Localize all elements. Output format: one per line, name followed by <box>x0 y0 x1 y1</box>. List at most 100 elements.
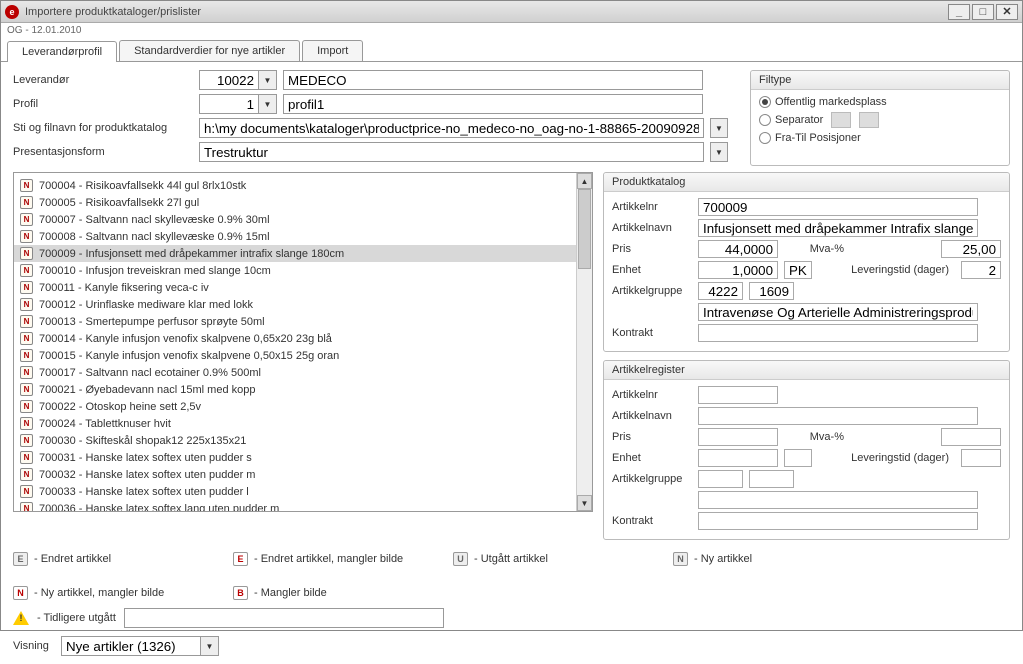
window-title: Importere produktkataloger/prislister <box>25 6 948 18</box>
register-group-code1-input[interactable] <box>698 470 743 488</box>
filetype-opt-public[interactable]: Offentlig markedsplass <box>759 96 1001 108</box>
profile-dropdown-button[interactable]: ▼ <box>259 94 277 114</box>
tree-item[interactable]: N700017 - Saltvann nacl ecotainer 0.9% 5… <box>14 364 592 381</box>
supplier-code-input[interactable] <box>199 70 259 90</box>
catalog-artname-input[interactable] <box>698 219 978 237</box>
tree-item[interactable]: N700008 - Saltvann nacl skyllevæske 0.9%… <box>14 228 592 245</box>
register-vat-input[interactable] <box>941 428 1001 446</box>
tree-item-label: 700008 - Saltvann nacl skyllevæske 0.9% … <box>39 231 270 243</box>
scroll-down-button[interactable]: ▼ <box>577 495 592 511</box>
catalog-unit-qty-input[interactable] <box>698 261 778 279</box>
supplier-label: Leverandør <box>13 74 193 86</box>
profile-name-input[interactable] <box>283 94 703 114</box>
tree-item[interactable]: N700013 - Smertepumpe perfusor sprøyte 5… <box>14 313 592 330</box>
register-contract-label: Kontrakt <box>612 515 692 527</box>
close-button[interactable]: ✕ <box>996 4 1018 20</box>
tree-item[interactable]: N700031 - Hanske latex softex uten pudde… <box>14 449 592 466</box>
register-group-code2-input[interactable] <box>749 470 794 488</box>
catalog-group-desc-input[interactable] <box>698 303 978 321</box>
register-price-input[interactable] <box>698 428 778 446</box>
tree-item-label: 700004 - Risikoavfallsekk 44l gul 8rlx10… <box>39 180 246 192</box>
presentation-dropdown-button[interactable]: ▼ <box>710 142 728 162</box>
supplier-name-input[interactable] <box>283 70 703 90</box>
path-browse-button[interactable]: ▼ <box>710 118 728 138</box>
register-lead-input[interactable] <box>961 449 1001 467</box>
tree-item[interactable]: N700030 - Skifteskål shopak12 225x135x21 <box>14 432 592 449</box>
catalog-artnr-input[interactable] <box>698 198 978 216</box>
new-article-icon: N <box>20 468 33 481</box>
minimize-button[interactable]: _ <box>948 4 970 20</box>
profile-code-input[interactable] <box>199 94 259 114</box>
legend-n-red-label: - Ny artikkel, mangler bilde <box>34 587 164 599</box>
register-contract-input[interactable] <box>698 512 978 530</box>
tree-item[interactable]: N700022 - Otoskop heine sett 2,5v <box>14 398 592 415</box>
catalog-unit-code-input[interactable] <box>784 261 812 279</box>
catalog-price-input[interactable] <box>698 240 778 258</box>
register-artnr-input[interactable] <box>698 386 778 404</box>
tree-item[interactable]: N700024 - Tablettknuser hvit <box>14 415 592 432</box>
previous-expired-input[interactable] <box>124 608 444 628</box>
scroll-thumb[interactable] <box>578 189 591 269</box>
tree-item[interactable]: N700032 - Hanske latex softex uten pudde… <box>14 466 592 483</box>
new-article-icon: N <box>20 179 33 192</box>
register-artname-input[interactable] <box>698 407 978 425</box>
tree-item[interactable]: N700036 - Hanske latex softex lang uten … <box>14 500 592 512</box>
tree-item[interactable]: N700021 - Øyebadevann nacl 15ml med kopp <box>14 381 592 398</box>
legend-e-gray-label: - Endret artikkel <box>34 553 111 565</box>
radio-icon <box>759 96 771 108</box>
catalog-vat-input[interactable] <box>941 240 1001 258</box>
tree-item-label: 700005 - Risikoavfallsekk 27l gul <box>39 197 199 209</box>
tree-item[interactable]: N700012 - Urinflaske mediware klar med l… <box>14 296 592 313</box>
app-window: e Importere produktkataloger/prislister … <box>0 0 1023 631</box>
catalog-group-code2-input[interactable] <box>749 282 794 300</box>
catalog-title: Produktkatalog <box>604 173 1009 192</box>
scroll-up-button[interactable]: ▲ <box>577 173 592 189</box>
tree-item[interactable]: N 700010 - Infusjon treveiskran med slang… <box>14 262 592 279</box>
new-article-icon: N <box>20 383 33 396</box>
presentation-input[interactable] <box>199 142 704 162</box>
tree-item-label: 700012 - Urinflaske mediware klar med lo… <box>39 299 253 311</box>
tree-item-label: 700010 - Infusjon treveiskran med slange… <box>39 265 271 277</box>
register-title: Artikkelregister <box>604 361 1009 380</box>
catalog-lead-input[interactable] <box>961 261 1001 279</box>
tree-item[interactable]: N 700005 - Risikoavfallsekk 27l gul <box>14 194 592 211</box>
path-input[interactable] <box>199 118 704 138</box>
new-article-icon: N <box>20 264 33 277</box>
catalog-panel: Produktkatalog Artikkelnr Artikkelnavn P… <box>603 172 1010 352</box>
new-article-icon: N <box>20 247 33 260</box>
tree-item[interactable]: N 700004 - Risikoavfallsekk 44l gul 8rlx1… <box>14 177 592 194</box>
supplier-dropdown-button[interactable]: ▼ <box>259 70 277 90</box>
register-unit-code-input[interactable] <box>784 449 812 467</box>
tree-item-label: 700009 - Infusjonsett med dråpekammer in… <box>39 248 344 260</box>
catalog-contract-input[interactable] <box>698 324 978 342</box>
view-select[interactable] <box>61 636 201 656</box>
product-tree[interactable]: N 700004 - Risikoavfallsekk 44l gul 8rlx1… <box>13 172 593 512</box>
register-group-desc-input[interactable] <box>698 491 978 509</box>
legend-e-gray-icon: E <box>13 552 28 566</box>
legend-u-gray-icon: U <box>453 552 468 566</box>
radio-icon <box>759 132 771 144</box>
filetype-opt-positions[interactable]: Fra-Til Posisjoner <box>759 132 1001 144</box>
catalog-group-code1-input[interactable] <box>698 282 743 300</box>
new-article-icon: N <box>20 196 33 209</box>
tab-supplier-profile[interactable]: Leverandørprofil <box>7 41 117 62</box>
filetype-opt1-label: Offentlig markedsplass <box>775 96 887 108</box>
tree-item[interactable]: N 700009 - Infusjonsett med dråpekammer i… <box>14 245 592 262</box>
tree-item[interactable]: N700014 - Kanyle infusjon venofix skalpv… <box>14 330 592 347</box>
filetype-opt-separator[interactable]: Separator <box>759 112 1001 128</box>
tree-item[interactable]: N700011 - Kanyle fiksering veca-c iv <box>14 279 592 296</box>
maximize-button[interactable]: □ <box>972 4 994 20</box>
tree-scrollbar[interactable]: ▲ ▼ <box>576 173 592 511</box>
tree-item[interactable]: N700033 - Hanske latex softex uten pudde… <box>14 483 592 500</box>
tree-item[interactable]: N700015 - Kanyle infusjon venofix skalpv… <box>14 347 592 364</box>
separator-box-2 <box>859 112 879 128</box>
tree-item-label: 700011 - Kanyle fiksering veca-c iv <box>39 282 209 294</box>
tree-item-label: 700030 - Skifteskål shopak12 225x135x21 <box>39 435 246 447</box>
legend-n-gray-label: - Ny artikkel <box>694 553 752 565</box>
tree-item[interactable]: N700007 - Saltvann nacl skyllevæske 0.9%… <box>14 211 592 228</box>
filetype-opt3-label: Fra-Til Posisjoner <box>775 132 861 144</box>
tab-import[interactable]: Import <box>302 40 363 61</box>
tab-default-values[interactable]: Standardverdier for nye artikler <box>119 40 300 61</box>
register-unit-qty-input[interactable] <box>698 449 778 467</box>
view-dropdown-button[interactable]: ▼ <box>201 636 219 656</box>
